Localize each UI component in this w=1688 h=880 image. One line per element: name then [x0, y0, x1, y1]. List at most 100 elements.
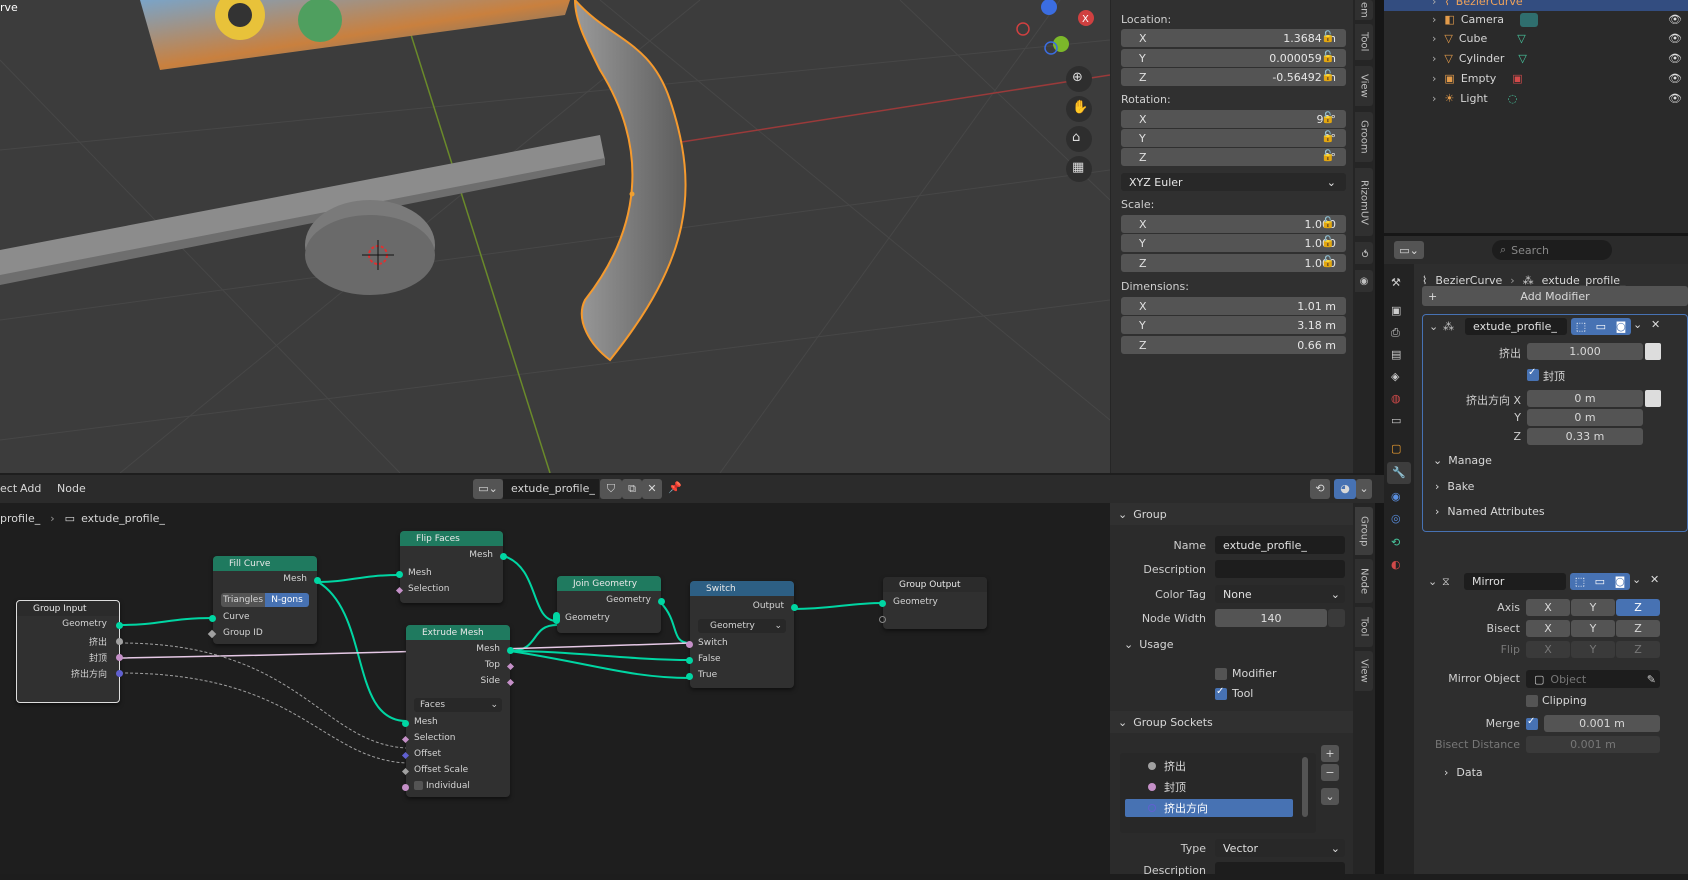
- modifier-tab-icon[interactable]: 🔧: [1387, 462, 1411, 484]
- multi-input-socket[interactable]: [553, 612, 560, 624]
- outliner-row-empty[interactable]: › ▣ Empty ▣ 👁: [1384, 69, 1688, 88]
- scale-y-field[interactable]: Y 1.000: [1121, 234, 1346, 252]
- camera-view-icon[interactable]: ⌂: [1072, 130, 1080, 145]
- geometry-socket[interactable]: [791, 604, 798, 611]
- axis-x-toggle[interactable]: X: [1526, 599, 1570, 616]
- world-tab-icon[interactable]: ◍: [1391, 392, 1401, 405]
- location-z-field[interactable]: Z -0.56492 m: [1121, 68, 1346, 86]
- eye-icon[interactable]: 👁: [1668, 72, 1682, 85]
- dimensions-z-field[interactable]: Z 0.66 m: [1121, 336, 1346, 354]
- image-data-icon[interactable]: ▣: [1512, 72, 1522, 85]
- lock-icon[interactable]: 🔓: [1321, 235, 1335, 248]
- flip-x-toggle[interactable]: X: [1526, 641, 1570, 658]
- zoom-icon[interactable]: ⊕: [1072, 70, 1083, 85]
- axis-y-toggle[interactable]: Y: [1571, 599, 1615, 616]
- rotation-x-field[interactable]: X 90°: [1121, 110, 1346, 128]
- geometry-socket[interactable]: [507, 647, 514, 654]
- view-layer-tab-icon[interactable]: ▤: [1391, 348, 1401, 361]
- collapse-icon[interactable]: ⌄: [1429, 320, 1438, 333]
- axis-z-toggle[interactable]: Z: [1616, 599, 1660, 616]
- properties-search[interactable]: ⌕ Search: [1492, 240, 1612, 260]
- physics-tab-icon[interactable]: ◎: [1391, 512, 1401, 525]
- node-fill-curve[interactable]: Fill Curve Mesh Triangles N-gons Curve G…: [207, 556, 321, 644]
- tab-view[interactable]: View: [1355, 66, 1373, 106]
- flip-y-toggle[interactable]: Y: [1571, 641, 1615, 658]
- node-menu[interactable]: Node: [57, 482, 86, 495]
- merge-distance-field[interactable]: 0.001 m: [1544, 715, 1660, 732]
- bisect-z-toggle[interactable]: Z: [1616, 620, 1660, 637]
- group-name-field[interactable]: extude_profile_: [1215, 536, 1345, 554]
- node-group-output[interactable]: Group Output Geometry: [879, 577, 987, 629]
- bool-socket[interactable]: [402, 784, 409, 791]
- tab-group[interactable]: Group: [1355, 507, 1373, 555]
- output-tab-icon[interactable]: ⎙: [1391, 326, 1400, 340]
- geometry-socket[interactable]: [658, 598, 665, 605]
- outliner-row-camera[interactable]: › ◧ Camera 👁: [1384, 10, 1688, 29]
- vector-socket[interactable]: [116, 670, 123, 677]
- geometry-socket[interactable]: [879, 600, 886, 607]
- usage-subpanel[interactable]: ⌄ Usage: [1124, 638, 1174, 651]
- dimensions-y-field[interactable]: Y 3.18 m: [1121, 316, 1346, 334]
- modifier-name-field[interactable]: extude_profile_: [1465, 318, 1567, 335]
- add-modifier-button[interactable]: + Add Modifier: [1422, 286, 1688, 306]
- pin-icon[interactable]: 📌: [668, 481, 682, 494]
- attribute-toggle-icon[interactable]: [1645, 390, 1661, 407]
- tab-node[interactable]: Node: [1355, 559, 1373, 603]
- eye-icon[interactable]: 👁: [1668, 32, 1682, 45]
- scale-z-field[interactable]: Z 1.000: [1121, 254, 1346, 272]
- socket-item-direction[interactable]: 挤出方向: [1125, 799, 1293, 817]
- manage-subpanel[interactable]: ⌄ Manage: [1433, 454, 1492, 467]
- direction-x-field[interactable]: 0 m: [1527, 390, 1643, 407]
- socket-description-field[interactable]: [1215, 862, 1345, 880]
- tab-groom[interactable]: Groom: [1355, 112, 1373, 162]
- snap-icon[interactable]: ⟲: [1310, 479, 1330, 499]
- tab-addon-2[interactable]: ◉: [1355, 270, 1373, 292]
- collapse-icon[interactable]: ⌄: [1428, 575, 1437, 588]
- socket-type-dropdown[interactable]: Vector ⌄: [1215, 839, 1345, 857]
- bisect-x-toggle[interactable]: X: [1526, 620, 1570, 637]
- outliner-row-cylinder[interactable]: › ▽ Cylinder ▽ 👁: [1384, 49, 1688, 68]
- scale-x-field[interactable]: X 1.000: [1121, 215, 1346, 233]
- color-tag-dropdown[interactable]: None ⌄: [1215, 585, 1345, 603]
- bisect-distance-field[interactable]: 0.001 m: [1526, 736, 1660, 753]
- lock-icon[interactable]: 🔓: [1321, 255, 1335, 268]
- socket-specials-menu[interactable]: ⌄: [1321, 788, 1339, 805]
- node-tree-browse-button[interactable]: ▭⌄: [473, 479, 503, 499]
- camera-data-icon[interactable]: [1519, 12, 1538, 27]
- collection-tab-icon[interactable]: ▭: [1391, 414, 1401, 427]
- remove-socket-button[interactable]: −: [1321, 764, 1339, 781]
- object-tab-icon[interactable]: ▢: [1391, 442, 1401, 455]
- add-socket-button[interactable]: +: [1321, 745, 1339, 762]
- data-subpanel[interactable]: › Data: [1444, 766, 1483, 779]
- geometry-socket[interactable]: [116, 622, 123, 629]
- node-width-field[interactable]: 140: [1215, 609, 1327, 627]
- direction-y-field[interactable]: 0 m: [1527, 409, 1643, 426]
- rotation-z-field[interactable]: Z 0°: [1121, 148, 1346, 166]
- lock-icon[interactable]: 🔓: [1321, 149, 1335, 162]
- tab-view[interactable]: View: [1355, 651, 1373, 691]
- lock-icon[interactable]: 🔓: [1321, 216, 1335, 229]
- geometry-socket[interactable]: [396, 571, 403, 578]
- lock-icon[interactable]: 🔓: [1321, 130, 1335, 143]
- modifier-name-field[interactable]: Mirror: [1464, 573, 1566, 590]
- lock-icon[interactable]: 🔓: [1321, 69, 1335, 82]
- node-tree-name-field[interactable]: extude_profile_: [503, 479, 599, 499]
- node-join-geometry[interactable]: Join Geometry Geometry Geometry: [553, 576, 665, 633]
- material-tab-icon[interactable]: ◐: [1391, 558, 1401, 571]
- geometry-socket[interactable]: [500, 553, 507, 560]
- chevron-down-icon[interactable]: ⌄: [1356, 479, 1372, 499]
- attribute-toggle-icon[interactable]: [1645, 343, 1661, 360]
- particles-tab-icon[interactable]: ◉: [1391, 490, 1401, 503]
- ngons-option[interactable]: N-gons: [265, 593, 309, 607]
- location-x-field[interactable]: X 1.3684 m: [1121, 29, 1346, 47]
- group-sockets-header[interactable]: ⌄ Group Sockets: [1110, 711, 1353, 733]
- geometry-socket[interactable]: [402, 720, 409, 727]
- extrude-value-field[interactable]: 1.000: [1527, 343, 1643, 360]
- eye-icon[interactable]: 👁: [1668, 92, 1682, 105]
- reset-width-button[interactable]: [1328, 609, 1345, 627]
- tool-tab-icon[interactable]: ⚒: [1391, 276, 1401, 289]
- socket-item-extrude[interactable]: 挤出: [1120, 757, 1316, 775]
- tool-usage-checkbox[interactable]: [1215, 686, 1227, 700]
- bake-subpanel[interactable]: › Bake: [1435, 480, 1474, 493]
- lock-icon[interactable]: 🔓: [1321, 50, 1335, 63]
